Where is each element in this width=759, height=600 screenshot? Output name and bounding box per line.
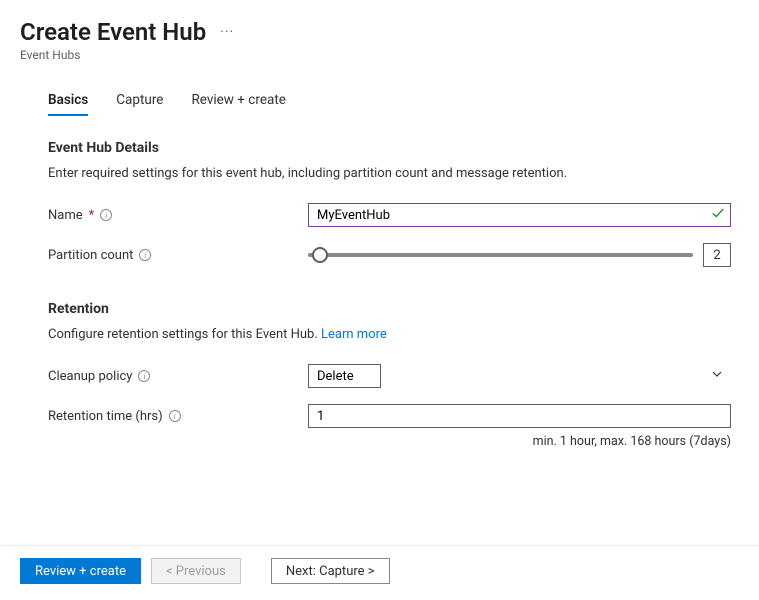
learn-more-link[interactable]: Learn more — [321, 327, 387, 342]
review-create-button[interactable]: Review + create — [20, 558, 141, 584]
info-icon[interactable]: i — [100, 209, 112, 221]
name-input[interactable] — [308, 203, 731, 227]
partition-slider-thumb[interactable] — [312, 247, 328, 263]
retention-time-label-text: Retention time (hrs) — [48, 409, 163, 424]
partition-label-text: Partition count — [48, 248, 133, 263]
footer-bar: Review + create < Previous Next: Capture… — [0, 545, 759, 600]
name-label: Name * i — [48, 208, 308, 223]
breadcrumb: Event Hubs — [20, 48, 739, 62]
tab-bar: Basics Capture Review + create — [48, 92, 739, 116]
chevron-down-icon — [711, 368, 723, 384]
partition-label: Partition count i — [48, 248, 308, 263]
cleanup-policy-select[interactable]: Delete — [308, 364, 381, 388]
retention-desc-text: Configure retention settings for this Ev… — [48, 327, 321, 342]
retention-time-input[interactable] — [308, 404, 731, 428]
partition-value: 2 — [703, 243, 731, 267]
info-icon[interactable]: i — [138, 370, 150, 382]
section-heading-retention: Retention — [48, 301, 731, 317]
tab-capture[interactable]: Capture — [116, 92, 163, 116]
more-options-icon[interactable]: ··· — [220, 24, 234, 40]
retention-hint: min. 1 hour, max. 168 hours (7days) — [48, 434, 731, 449]
name-label-text: Name — [48, 208, 83, 223]
previous-button: < Previous — [151, 558, 241, 584]
cleanup-label: Cleanup policy i — [48, 369, 308, 384]
next-button[interactable]: Next: Capture > — [271, 558, 390, 584]
section-heading-details: Event Hub Details — [48, 140, 731, 156]
validation-check-icon — [711, 206, 725, 224]
partition-slider[interactable] — [308, 253, 693, 257]
tab-review-create[interactable]: Review + create — [191, 92, 285, 116]
page-title: Create Event Hub — [20, 18, 206, 46]
retention-time-label: Retention time (hrs) i — [48, 409, 308, 424]
section-desc-retention: Configure retention settings for this Ev… — [48, 327, 731, 342]
tab-basics[interactable]: Basics — [48, 92, 88, 116]
info-icon[interactable]: i — [169, 410, 181, 422]
cleanup-label-text: Cleanup policy — [48, 369, 132, 384]
section-desc-details: Enter required settings for this event h… — [48, 166, 731, 181]
info-icon[interactable]: i — [139, 249, 151, 261]
required-asterisk: * — [89, 208, 95, 223]
